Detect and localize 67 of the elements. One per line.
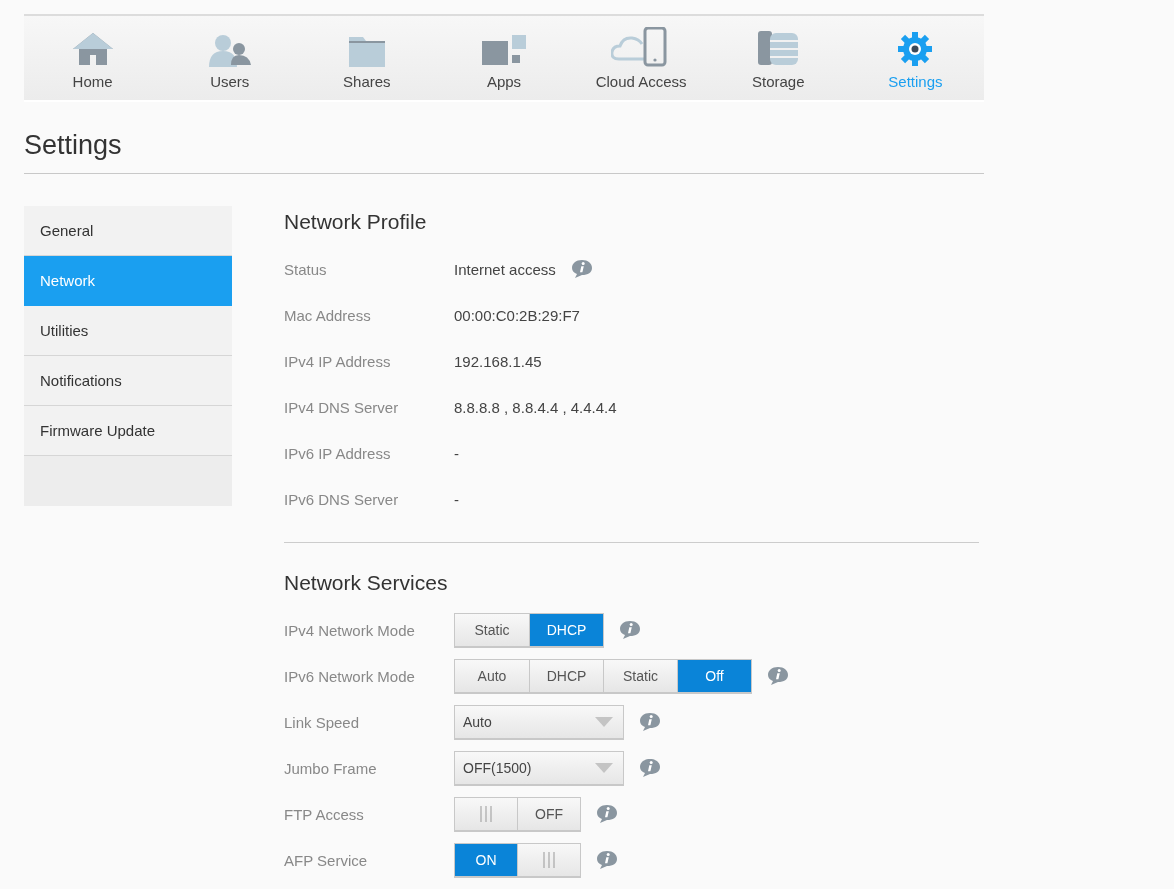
toggle-switch[interactable]: ON [454, 842, 581, 878]
folder-icon [348, 35, 385, 67]
nav-tab-label: Apps [486, 73, 522, 90]
nav-tab[interactable]: Storage [709, 16, 847, 100]
sidebar-item[interactable]: Notifications [24, 356, 232, 406]
caret-icon [595, 716, 613, 727]
info-icon[interactable] [619, 620, 641, 640]
nav-tab[interactable]: Home [24, 16, 162, 100]
grip-icon [542, 851, 556, 868]
field-label: IPv6 DNS Server [284, 490, 400, 508]
settings-icon [897, 31, 934, 67]
toggle-switch[interactable]: OFF [454, 796, 581, 832]
section-title: Network Services [284, 571, 449, 595]
nav-tab-label: Shares [343, 73, 391, 90]
info-icon[interactable] [596, 804, 618, 824]
caret-icon [595, 762, 613, 773]
nav-tab[interactable]: Cloud Access [572, 16, 710, 100]
field-label: Mac Address [284, 306, 372, 324]
field-label: IPv4 IP Address [284, 352, 392, 370]
info-icon[interactable] [570, 259, 593, 279]
dropdown[interactable]: Auto [454, 704, 624, 740]
info-icon[interactable] [767, 666, 789, 686]
nav-tab[interactable]: Shares [298, 16, 436, 100]
segment-option[interactable]: DHCP [529, 659, 603, 692]
nav-tab[interactable]: Apps [435, 16, 573, 100]
info-icon[interactable] [639, 712, 661, 732]
segment-option[interactable]: Static [455, 613, 529, 646]
apps-icon [482, 35, 526, 67]
field-label: FTP Access [284, 805, 365, 823]
nav-tab-label: Storage [752, 73, 805, 90]
field-value: Internet access [454, 260, 556, 278]
section-title: Network Profile [284, 210, 428, 234]
info-icon[interactable] [639, 758, 661, 778]
toggle-state: ON [455, 843, 517, 876]
field-value: 8.8.8.8 , 8.8.4.4 , 4.4.4.4 [454, 398, 617, 416]
home-icon [72, 31, 113, 67]
segment-option[interactable]: Off [677, 659, 751, 692]
toggle-state: OFF [517, 797, 580, 830]
nav-tab-label: Home [72, 73, 113, 90]
sidebar-item[interactable]: Utilities [24, 306, 232, 356]
segment-option[interactable]: Static [603, 659, 677, 692]
grip-icon [479, 805, 493, 822]
segment-option[interactable]: Auto [455, 659, 529, 692]
sidebar-item[interactable]: General [24, 206, 232, 256]
nav-tab-label: Cloud Access [595, 73, 687, 90]
nav-tab[interactable]: Users [161, 16, 299, 100]
field-label: Jumbo Frame [284, 759, 378, 777]
segment-option[interactable]: DHCP [529, 613, 603, 646]
sidebar-item[interactable]: Firmware Update [24, 406, 232, 456]
field-value: 00:00:C0:2B:29:F7 [454, 306, 580, 324]
field-label: AFP Service [284, 851, 369, 869]
field-label: IPv4 Network Mode [284, 621, 416, 639]
field-label: IPv6 IP Address [284, 444, 392, 462]
info-icon[interactable] [596, 850, 618, 870]
page-title: Settings [24, 130, 984, 174]
dropdown[interactable]: OFF(1500) [454, 750, 624, 786]
users-icon [206, 33, 253, 67]
field-label: Link Speed [284, 713, 361, 731]
nav-tab-label: Users [210, 73, 250, 90]
field-value: - [454, 444, 459, 462]
storage-stack-icon [758, 29, 799, 67]
field-value: - [454, 490, 459, 508]
field-label: IPv4 DNS Server [284, 398, 400, 416]
nav-tab-label: Settings [888, 73, 943, 90]
field-value: 192.168.1.45 [454, 352, 542, 370]
field-label: Status [284, 260, 328, 278]
field-label: IPv6 Network Mode [284, 667, 416, 685]
